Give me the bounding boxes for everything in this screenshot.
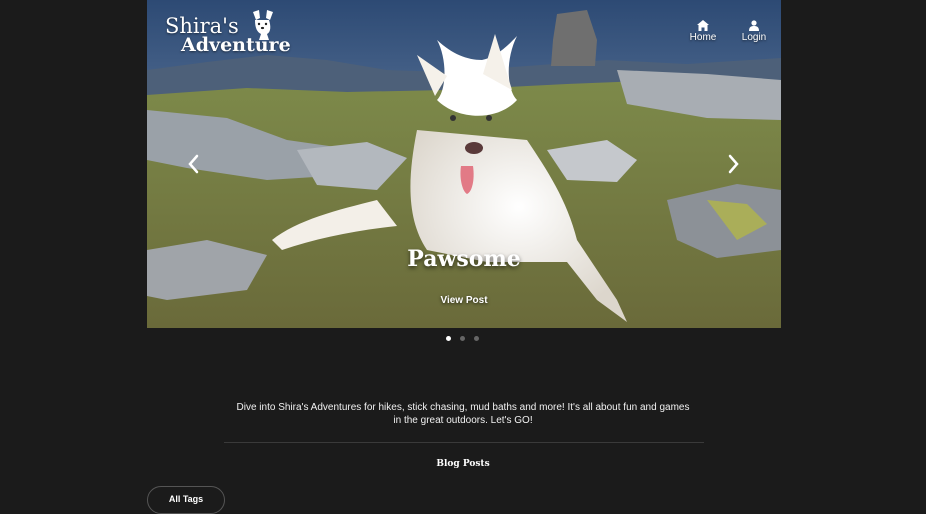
site-logo[interactable]: Shira's Adventure [165, 8, 291, 58]
chevron-right-icon[interactable] [728, 154, 740, 174]
dog-icon [253, 10, 273, 40]
carousel-dot[interactable] [446, 336, 451, 341]
carousel-dot[interactable] [474, 336, 479, 341]
slide-title: Pawsome [407, 246, 521, 272]
divider [224, 442, 704, 443]
hero-carousel: Shira's Adventure Home Login Pawsome Vie… [147, 0, 781, 328]
nav-login-label: Login [741, 32, 767, 43]
chevron-left-icon[interactable] [187, 154, 199, 174]
section-title: Blog Posts [436, 459, 490, 469]
home-icon [697, 20, 709, 31]
nav-home-label: Home [689, 32, 717, 43]
nav-home[interactable]: Home [681, 20, 725, 43]
user-icon [749, 20, 759, 31]
view-post-button[interactable]: View Post [432, 292, 496, 310]
carousel-dot[interactable] [460, 336, 465, 341]
intro-text: Dive into Shira's Adventures for hikes, … [236, 402, 690, 426]
nav-login[interactable]: Login [732, 20, 776, 43]
all-tags-button[interactable]: All Tags [147, 486, 225, 514]
